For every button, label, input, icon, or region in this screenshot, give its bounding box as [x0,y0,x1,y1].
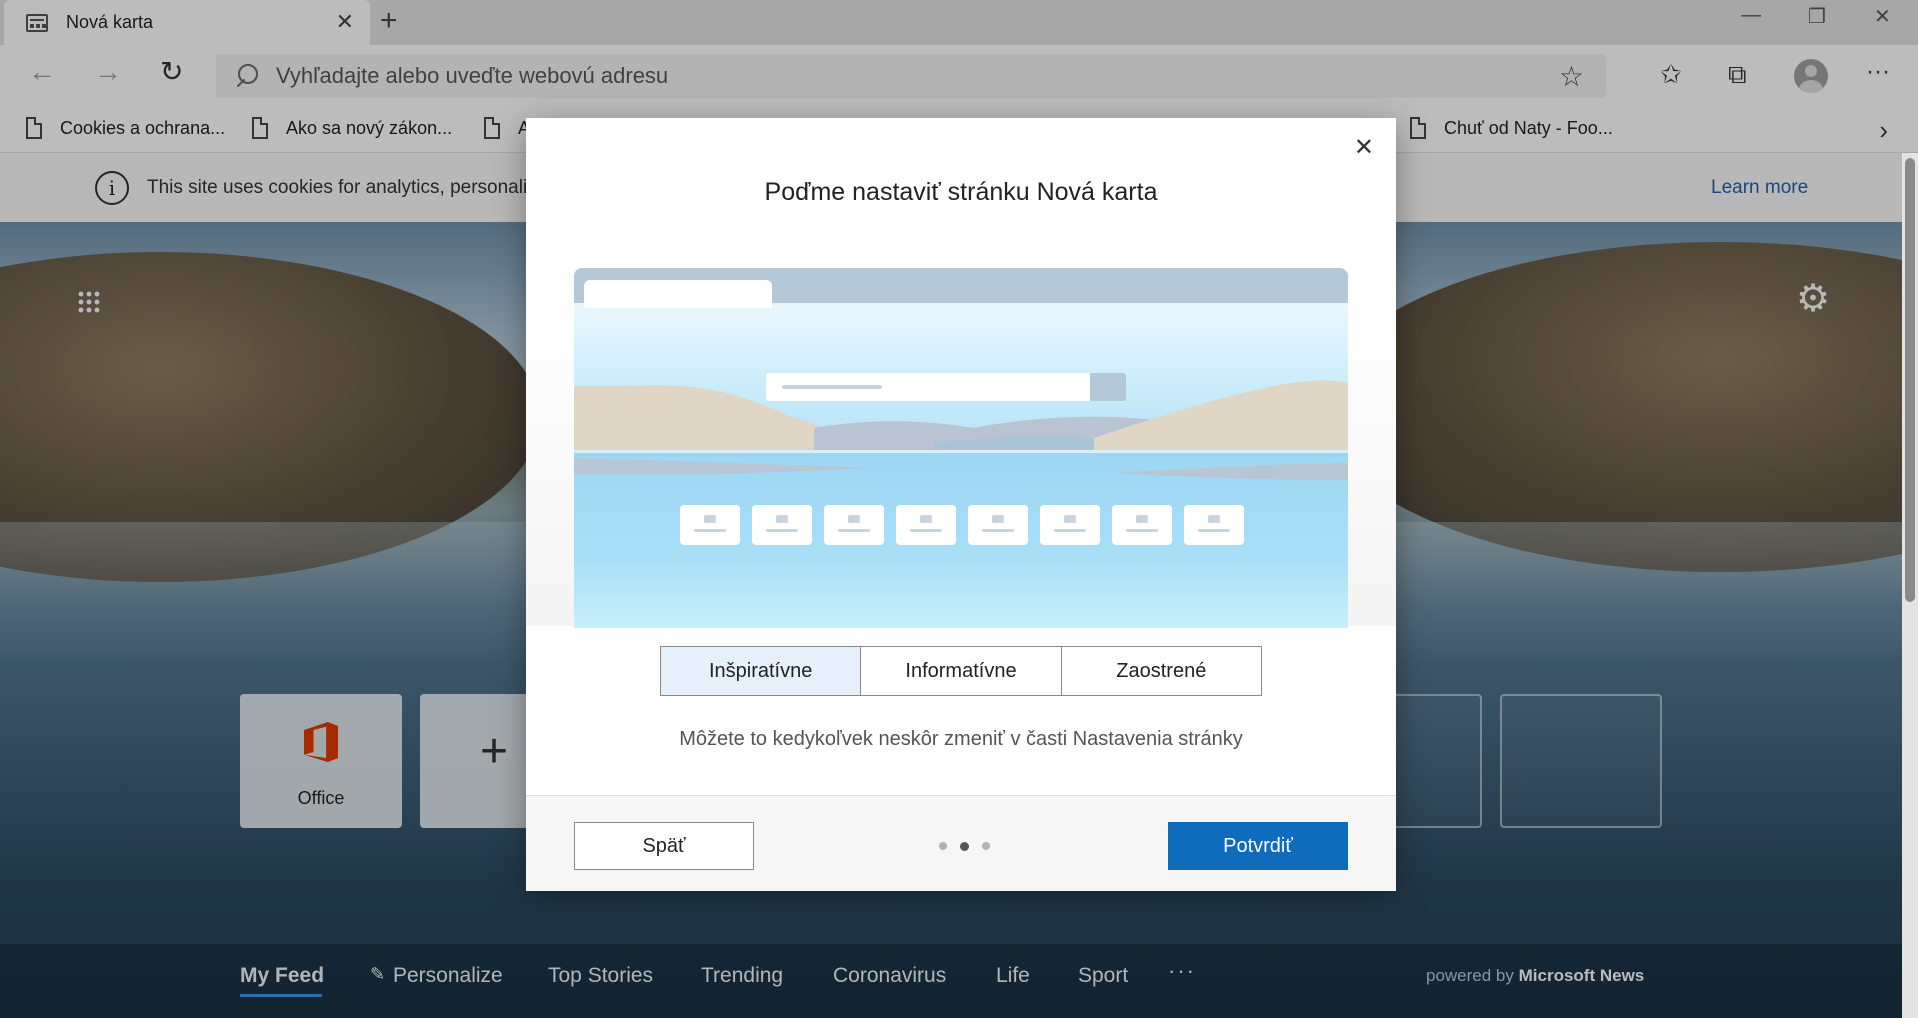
dialog-footer: Späť Potvrdiť [526,795,1396,891]
dialog-title: Poďme nastaviť stránku Nová karta [764,178,1158,206]
close-icon[interactable]: ✕ [1354,136,1374,160]
preview-tile [1184,505,1244,545]
preview-water-shadows [574,458,1348,480]
preview-tile [1040,505,1100,545]
setup-dialog: ✕ Poďme nastaviť stránku Nová karta Inšp… [526,118,1396,891]
step-indicator [939,842,990,851]
layout-option-inspirational[interactable]: Inšpiratívne [661,647,862,695]
preview-tile [968,505,1028,545]
preview-tile [680,505,740,545]
confirm-button[interactable]: Potvrdiť [1168,822,1348,870]
step-dot [939,842,947,850]
layout-selector: Inšpiratívne Informatívne Zaostrené [660,646,1262,696]
preview-tile [752,505,812,545]
layout-option-informational[interactable]: Informatívne [861,647,1062,695]
layout-option-focused[interactable]: Zaostrené [1061,647,1261,695]
scrollbar-thumb[interactable] [1905,158,1915,602]
preview-tile [896,505,956,545]
back-button[interactable]: Späť [574,822,754,870]
layout-preview-illustration [574,268,1348,628]
preview-search-box [766,373,1126,401]
preview-tile [824,505,884,545]
step-dot [982,842,990,850]
preview-search-text [782,385,882,389]
dialog-hint: Môžete to kedykoľvek neskôr zmeniť v čas… [679,728,1243,750]
preview-search-button [1090,373,1126,401]
step-dot-current [960,842,969,851]
preview-tile [1112,505,1172,545]
